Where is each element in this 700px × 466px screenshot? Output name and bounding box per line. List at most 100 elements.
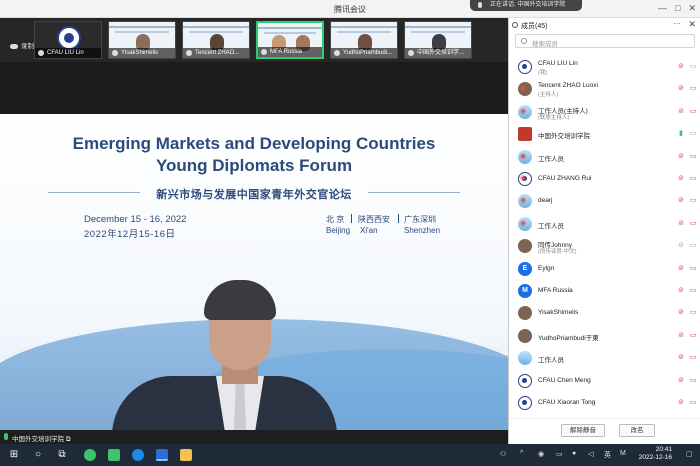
camera-off-icon[interactable]: ▭ (689, 309, 697, 317)
microphone-muted-icon[interactable]: ⊘ (677, 332, 685, 340)
browser-icon[interactable] (132, 449, 144, 461)
microphone-icon (478, 2, 482, 8)
panel-header: 成员(45) ··· ✕ (509, 18, 700, 32)
member-row[interactable]: E Eylgn ⊘ ▭ (509, 258, 700, 280)
rename-button[interactable]: 改名 (619, 424, 655, 437)
member-row[interactable]: CFAU ZHANG Rui ◉ ⊘ ▭ (509, 168, 700, 190)
thumbnail-name: Tencent ZHAO... (195, 50, 240, 56)
thumbnail-participant[interactable]: 中国外交培训学... (404, 21, 472, 59)
chevron-up-icon[interactable]: ^ (520, 450, 523, 457)
microphone-muted-icon[interactable]: ⊘ (677, 197, 685, 205)
member-name: YisakShimelis (538, 309, 579, 317)
ime-language[interactable]: 英 (604, 450, 611, 460)
camera-off-icon[interactable]: ▭ (689, 377, 697, 385)
microphone-muted-icon[interactable]: ⊘ (677, 108, 685, 116)
window-controls: — □ ✕ (658, 3, 696, 13)
camera-off-icon[interactable]: ▭ (689, 287, 697, 295)
member-row[interactable]: YudhoPriambudi于東 ⊘ ▭ (509, 325, 700, 347)
camera-off-icon[interactable]: ▭ (689, 399, 697, 407)
banner-title-line2: Young Diplomats Forum (155, 156, 353, 175)
thumbnail-participant[interactable]: YisakShimelis (108, 21, 176, 59)
video-thumbnail-strip: 录制中 CFAU LIU Lin YisakShimelis Tencent Z… (0, 18, 508, 62)
thumbnail-participant[interactable]: CFAU LIU Lin (34, 21, 102, 59)
member-row[interactable]: 工作人员 ◉ ⊘ ▭ (509, 146, 700, 168)
thumbnail-name: YudhoPriambudi... (343, 50, 393, 56)
close-button[interactable]: ✕ (688, 3, 696, 13)
app-icon[interactable] (84, 449, 96, 461)
member-row[interactable]: YisakShimelis ⊘ ▭ (509, 302, 700, 324)
camera-off-icon[interactable]: ▭ (689, 332, 697, 340)
microphone-muted-icon[interactable]: ⊘ (677, 287, 685, 295)
camera-off-icon[interactable]: ▭ (689, 130, 697, 138)
camera-off-icon[interactable]: ▭ (689, 354, 697, 362)
windows-start-icon[interactable]: ⊞ (8, 449, 20, 461)
search-placeholder: 搜索成员 (532, 41, 558, 48)
ime-mode[interactable]: M (620, 450, 626, 457)
microphone-muted-icon[interactable]: ⊘ (677, 377, 685, 385)
thumbnail-name: MFA Russia (270, 49, 303, 55)
microphone-muted-icon[interactable]: ⊘ (677, 153, 685, 161)
wechat-icon[interactable] (108, 449, 120, 461)
camera-off-icon[interactable]: ▭ (689, 197, 697, 205)
unmute-all-button[interactable]: 解除静音 (561, 424, 605, 437)
video-name-bar: 中国外交培训学院 ⧉ (0, 430, 508, 444)
microphone-muted-icon[interactable]: ⊘ (677, 220, 685, 228)
microphone-muted-icon[interactable]: ⊘ (677, 309, 685, 317)
notification-icon[interactable]: ▢ (686, 450, 693, 458)
camera-off-icon[interactable]: ▭ (689, 153, 697, 161)
thumbnail-participant[interactable]: Tencent ZHAO... (182, 21, 250, 59)
search-icon[interactable]: ○ (32, 449, 44, 461)
city-en: Xi'an (360, 226, 378, 235)
member-search-input[interactable]: 搜索成员 (515, 34, 695, 48)
member-row[interactable]: 工作人员(主持人) (联席主持人) ◉ ⊘ ▭ (509, 101, 700, 123)
camera-off-icon[interactable]: ▭ (689, 108, 697, 116)
microphone-muted-icon[interactable]: ⊘ (677, 242, 685, 250)
microphone-muted-icon[interactable]: ⊘ (677, 399, 685, 407)
system-clock[interactable]: 20:41 2022-12-16 (639, 446, 672, 462)
main-video[interactable]: Emerging Markets and Developing Countrie… (0, 62, 508, 430)
task-view-icon[interactable]: ⧉ (56, 449, 68, 461)
camera-off-icon[interactable]: ▭ (689, 242, 697, 250)
camera-off-icon[interactable]: ▭ (689, 220, 697, 228)
member-name: 中国外交培训学院 (538, 133, 590, 141)
member-row[interactable]: CFAU Chen Meng ⊘ ▭ (509, 370, 700, 392)
member-row[interactable]: dearj ◉ ⊘ ▭ (509, 190, 700, 212)
member-row[interactable]: 同传Johnny (同传译员-中文) ⊘ ▭ (509, 235, 700, 257)
people-icon[interactable]: ⚇ (500, 450, 506, 458)
member-row[interactable]: CFAU LIU Lin (我) ⊘ ▭ (509, 56, 700, 78)
thumbnail-participant-active[interactable]: MFA Russia (256, 21, 324, 59)
thumbnail-name: CFAU LIU Lin (47, 50, 84, 56)
minimize-button[interactable]: — (658, 3, 667, 13)
maximize-button[interactable]: □ (675, 3, 680, 13)
microphone-muted-icon[interactable]: ⊘ (677, 85, 685, 93)
member-row[interactable]: 工作人员 ⊘ ▭ (509, 347, 700, 369)
wechat-tray-icon[interactable]: ● (572, 450, 576, 457)
thumbnail-participant[interactable]: YudhoPriambudi... (330, 21, 398, 59)
microphone-muted-icon[interactable]: ⊘ (677, 175, 685, 183)
camera-off-icon[interactable]: ▭ (689, 85, 697, 93)
member-row[interactable]: M MFA Russia ⊘ ▭ (509, 280, 700, 302)
microphone-muted-icon[interactable]: ⊘ (677, 354, 685, 362)
microphone-muted-icon[interactable]: ⊘ (677, 63, 685, 71)
tray-app-icon[interactable]: ◉ (538, 450, 544, 458)
camera-off-icon[interactable]: ▭ (689, 63, 697, 71)
member-role: (联席主持人) (538, 114, 570, 121)
network-icon[interactable]: ▭ (556, 450, 563, 458)
volume-icon[interactable]: ◁ (588, 450, 593, 458)
screen-share-icon: ⧉ (65, 436, 71, 443)
camera-off-icon[interactable]: ▭ (689, 265, 697, 273)
member-row[interactable]: 工作人员 ◉ ⊘ ▭ (509, 213, 700, 235)
more-options-button[interactable]: ··· (673, 19, 681, 28)
members-icon (512, 22, 518, 28)
microphone-on-icon[interactable]: ▮ (677, 130, 685, 138)
tencent-meeting-icon[interactable] (156, 449, 168, 461)
panel-footer: 解除静音 改名 (509, 418, 700, 444)
member-row[interactable]: 中国外交培训学院 ▮ ▭ (509, 123, 700, 145)
camera-off-icon[interactable]: ▭ (689, 175, 697, 183)
file-explorer-icon[interactable] (180, 449, 192, 461)
microphone-muted-icon[interactable]: ⊘ (677, 265, 685, 273)
member-row[interactable]: Tencent ZHAO Luoxi (主持人) ◉ ⊘ ▭ (509, 78, 700, 100)
member-row[interactable]: CFAU Xiaoran Tong ⊘ ▭ (509, 392, 700, 414)
close-panel-button[interactable]: ✕ (688, 19, 696, 30)
search-icon (521, 38, 527, 44)
